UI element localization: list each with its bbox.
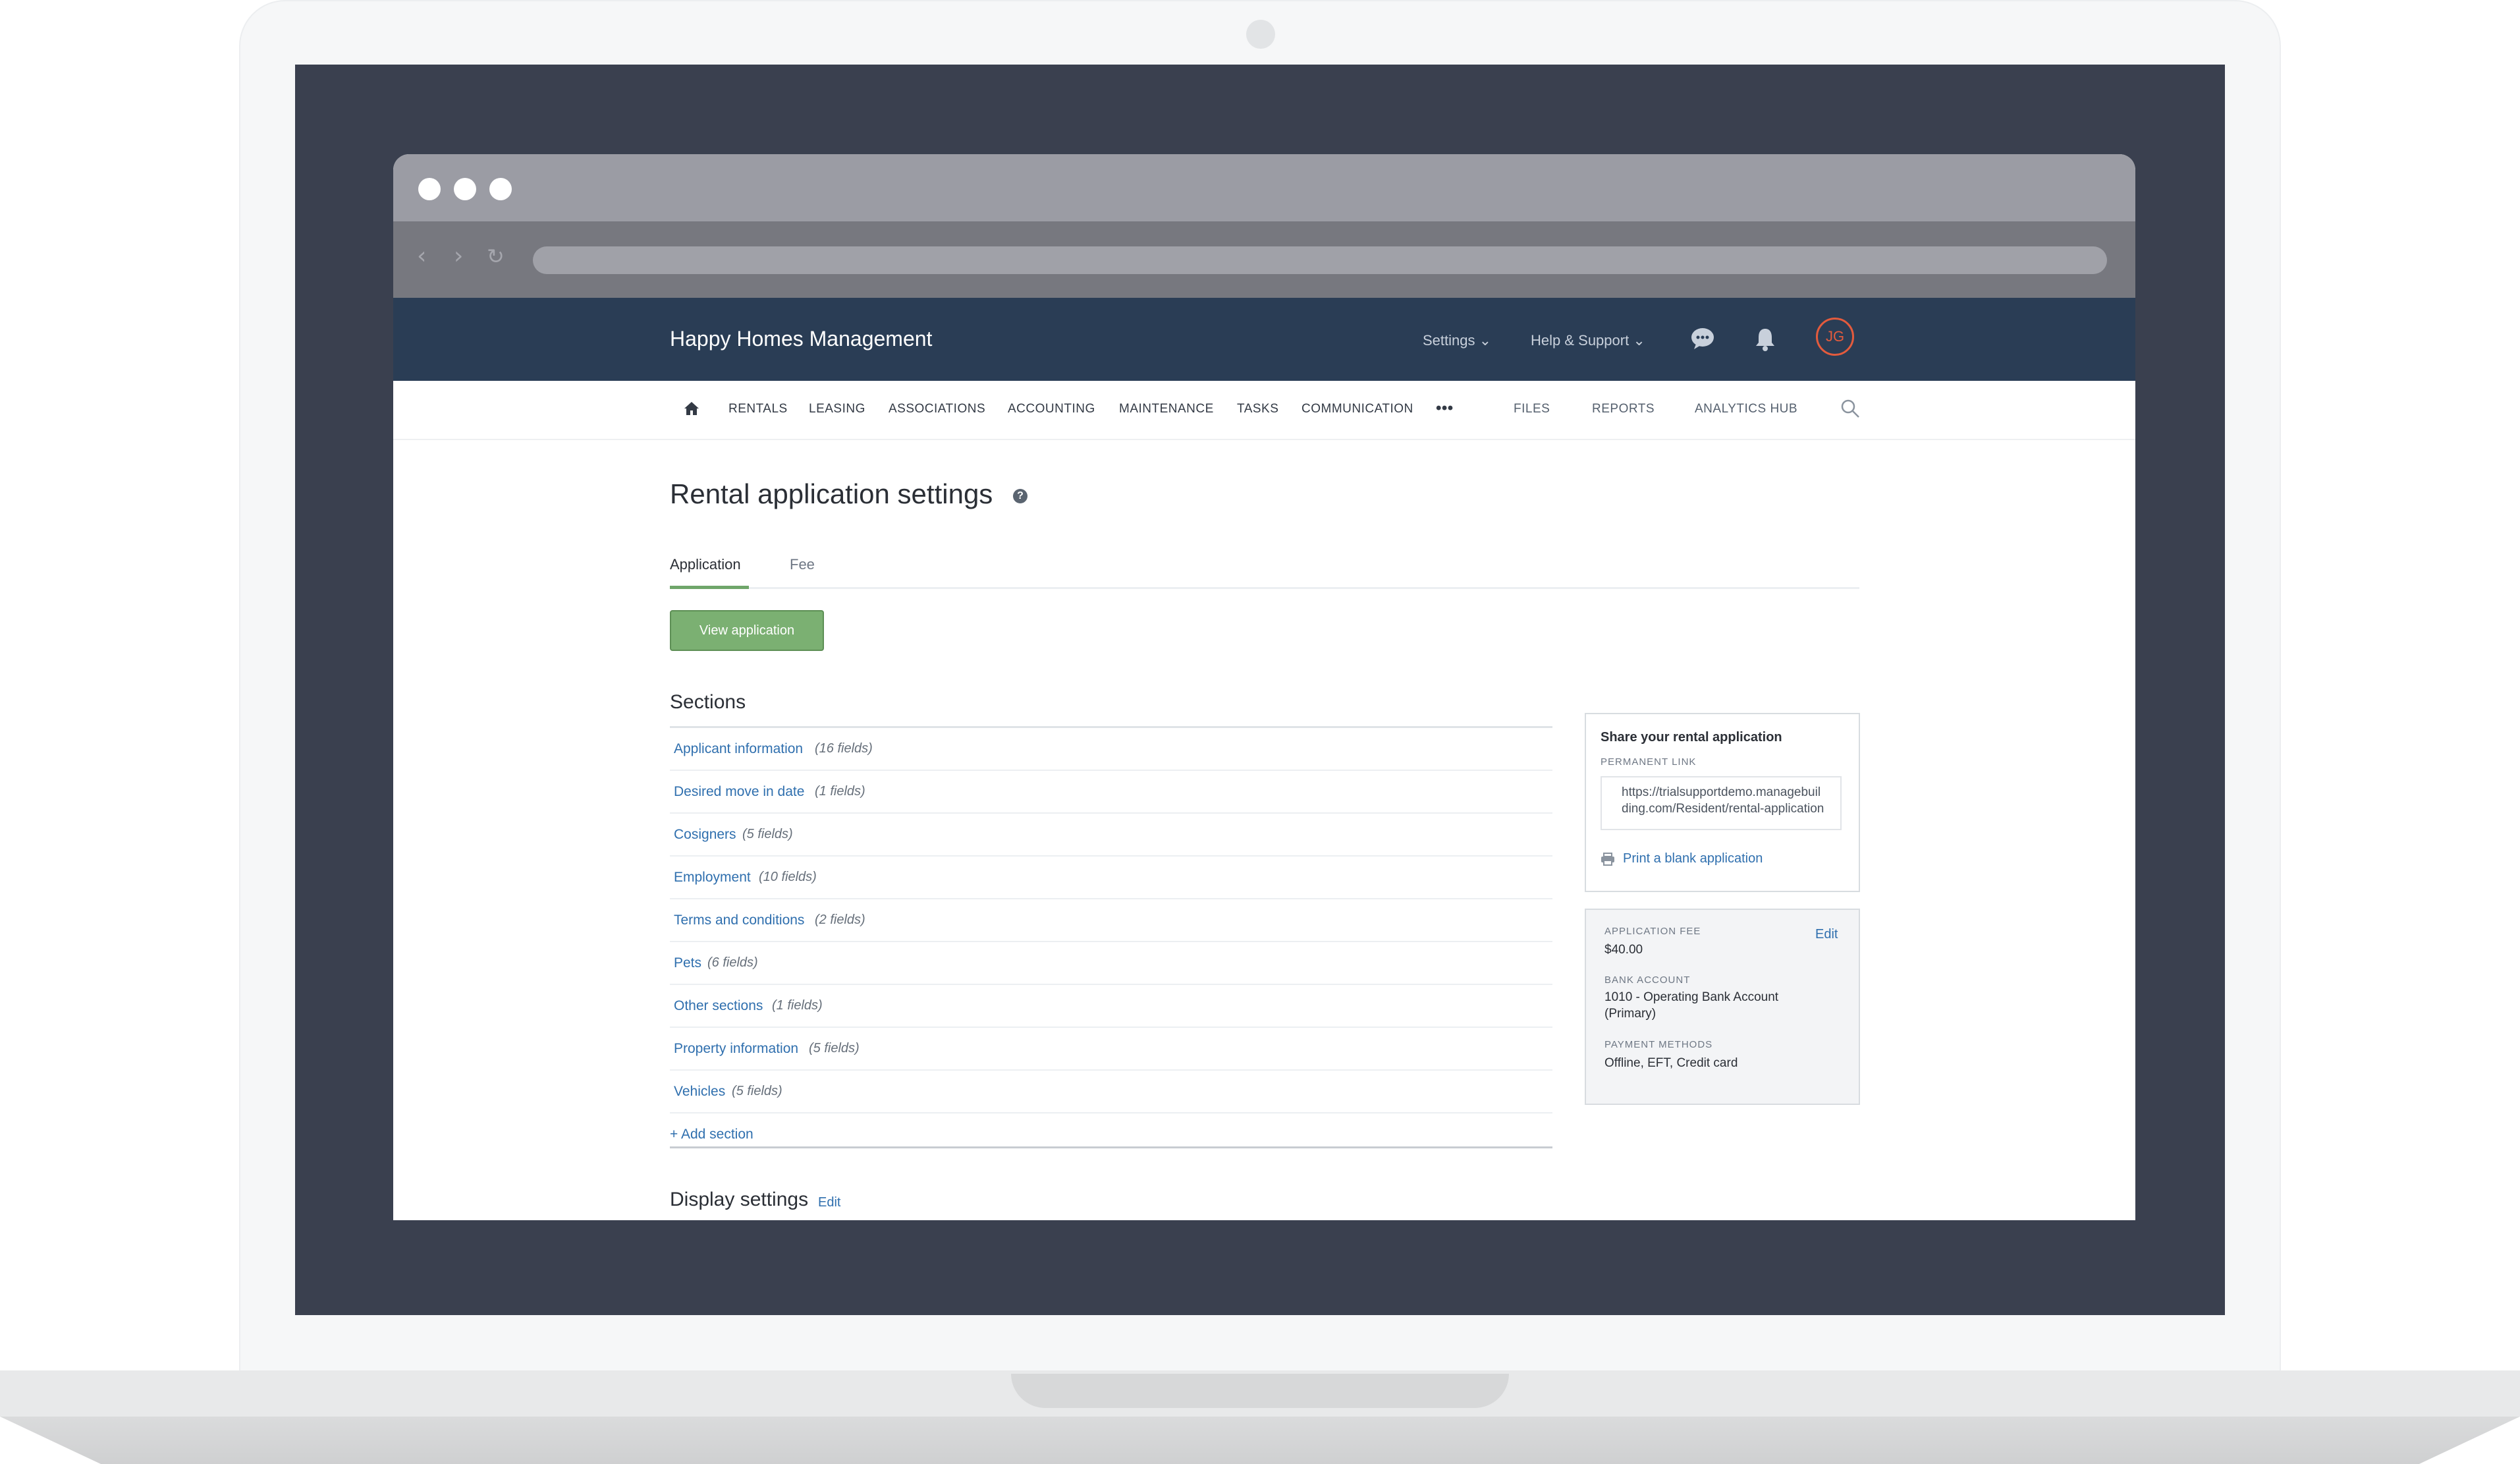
chevron-down-icon: ⌄	[1479, 332, 1492, 349]
browser-titlebar	[393, 154, 2135, 221]
tab-application[interactable]: Application	[670, 556, 741, 573]
help-label: Help & Support	[1531, 332, 1630, 349]
sections-heading: Sections	[670, 691, 746, 713]
nav-leasing[interactable]: LEASING	[809, 402, 865, 416]
nav-accounting[interactable]: ACCOUNTING	[1008, 402, 1095, 416]
chat-icon[interactable]	[1689, 327, 1716, 351]
section-field-count: (2 fields)	[815, 913, 865, 927]
bell-icon[interactable]	[1754, 327, 1776, 352]
settings-label: Settings	[1423, 332, 1475, 349]
section-row: Applicant information (16 fields)	[670, 728, 1552, 771]
laptop-notch	[1011, 1374, 1509, 1408]
application-fee-label: APPLICATION FEE	[1604, 926, 1701, 937]
fee-edit-link[interactable]: Edit	[1815, 927, 1838, 942]
section-link[interactable]: Applicant information	[674, 741, 803, 757]
browser-window: ‹ › ↻ Happy Homes Management Settings ⌄ …	[393, 154, 2135, 1220]
section-link[interactable]: Vehicles	[674, 1084, 725, 1100]
bank-account-value: 1010 - Operating Bank Account (Primary)	[1604, 990, 1779, 1021]
help-support-menu[interactable]: Help & Support ⌄	[1531, 332, 1645, 349]
bank-account-label: BANK ACCOUNT	[1604, 974, 1691, 986]
settings-menu[interactable]: Settings ⌄	[1423, 332, 1491, 349]
nav-analytics-hub[interactable]: ANALYTICS HUB	[1695, 402, 1797, 416]
section-field-count: (1 fields)	[772, 998, 823, 1013]
laptop-base-edge	[0, 1417, 2520, 1464]
section-field-count: (16 fields)	[815, 741, 873, 756]
page-title: Rental application settings	[670, 478, 993, 509]
section-row: Terms and conditions (2 fields)	[670, 899, 1552, 942]
display-settings-heading: Display settings	[670, 1189, 809, 1210]
print-blank-application-link[interactable]: Print a blank application	[1623, 851, 1763, 866]
share-application-panel: Share your rental application PERMANENT …	[1585, 713, 1860, 892]
window-maximize-button[interactable]	[489, 178, 512, 200]
user-avatar[interactable]: JG	[1816, 318, 1854, 356]
section-link[interactable]: Other sections	[674, 998, 763, 1014]
section-row: Employment (10 fields)	[670, 857, 1552, 899]
application-fee-value: $40.00	[1604, 943, 1643, 957]
tabs-divider	[670, 587, 1859, 589]
section-field-count: (6 fields)	[707, 955, 758, 970]
nav-associations[interactable]: ASSOCIATIONS	[889, 402, 985, 416]
window-close-button[interactable]	[418, 178, 441, 200]
forward-icon[interactable]: ›	[454, 242, 463, 269]
section-link[interactable]: Desired move in date	[674, 784, 804, 800]
display-settings-edit-link[interactable]: Edit	[818, 1195, 840, 1210]
search-icon[interactable]	[1840, 398, 1861, 419]
payment-methods-label: PAYMENT METHODS	[1604, 1039, 1713, 1050]
window-minimize-button[interactable]	[454, 178, 476, 200]
nav-rentals[interactable]: RENTALS	[728, 402, 788, 416]
share-title: Share your rental application	[1601, 730, 1782, 745]
browser-toolbar: ‹ › ↻	[393, 221, 2135, 298]
view-application-button[interactable]: View application	[670, 610, 824, 651]
nav-communication[interactable]: COMMUNICATION	[1301, 402, 1413, 416]
help-icon[interactable]: ?	[1013, 489, 1027, 503]
chevron-down-icon: ⌄	[1633, 332, 1645, 349]
main-nav: RENTALS LEASING ASSOCIATIONS ACCOUNTING …	[393, 381, 2135, 440]
section-link[interactable]: Property information	[674, 1041, 798, 1057]
section-row: Vehicles (5 fields)	[670, 1071, 1552, 1113]
add-section-link[interactable]: + Add section	[670, 1127, 753, 1142]
nav-files[interactable]: FILES	[1514, 402, 1550, 416]
section-row: Property information (5 fields)	[670, 1028, 1552, 1071]
section-field-count: (10 fields)	[759, 870, 817, 884]
permanent-link-label: PERMANENT LINK	[1601, 756, 1697, 768]
plus-icon: +	[670, 1127, 678, 1142]
tab-fee[interactable]: Fee	[790, 556, 815, 573]
section-row: Desired move in date (1 fields)	[670, 771, 1552, 814]
printer-icon	[1601, 853, 1614, 866]
section-row: Other sections (1 fields)	[670, 985, 1552, 1028]
nav-tasks[interactable]: TASKS	[1237, 402, 1278, 416]
app-header: Happy Homes Management Settings ⌄ Help &…	[393, 298, 2135, 381]
nav-more-icon[interactable]: •••	[1436, 399, 1454, 418]
camera	[1246, 20, 1275, 49]
address-bar[interactable]	[533, 246, 2107, 274]
section-link[interactable]: Terms and conditions	[674, 913, 804, 928]
fee-summary-panel: APPLICATION FEE $40.00 Edit BANK ACCOUNT…	[1585, 909, 1860, 1105]
nav-maintenance[interactable]: MAINTENANCE	[1119, 402, 1214, 416]
section-row: Pets (6 fields)	[670, 942, 1552, 985]
section-field-count: (5 fields)	[732, 1084, 782, 1098]
back-icon[interactable]: ‹	[417, 242, 426, 269]
reload-icon[interactable]: ↻	[487, 244, 505, 269]
section-field-count: (5 fields)	[809, 1041, 860, 1056]
brand-name[interactable]: Happy Homes Management	[670, 327, 932, 351]
active-tab-indicator	[670, 586, 749, 589]
section-link[interactable]: Cosigners	[674, 827, 736, 843]
home-icon[interactable]	[684, 401, 699, 416]
section-field-count: (1 fields)	[815, 784, 865, 799]
section-field-count: (5 fields)	[742, 827, 793, 841]
add-section-label: Add section	[680, 1127, 753, 1142]
nav-reports[interactable]: REPORTS	[1592, 402, 1655, 416]
section-link[interactable]: Employment	[674, 870, 751, 886]
section-link[interactable]: Pets	[674, 955, 701, 971]
section-row: Cosigners (5 fields)	[670, 814, 1552, 857]
permanent-link-value: https://trialsupportdemo.managebuilding.…	[1622, 785, 1824, 816]
payment-methods-value: Offline, EFT, Credit card	[1604, 1056, 1738, 1070]
sections-bottom-divider	[670, 1146, 1552, 1148]
permanent-link-field[interactable]: https://trialsupportdemo.managebuilding.…	[1601, 776, 1842, 830]
